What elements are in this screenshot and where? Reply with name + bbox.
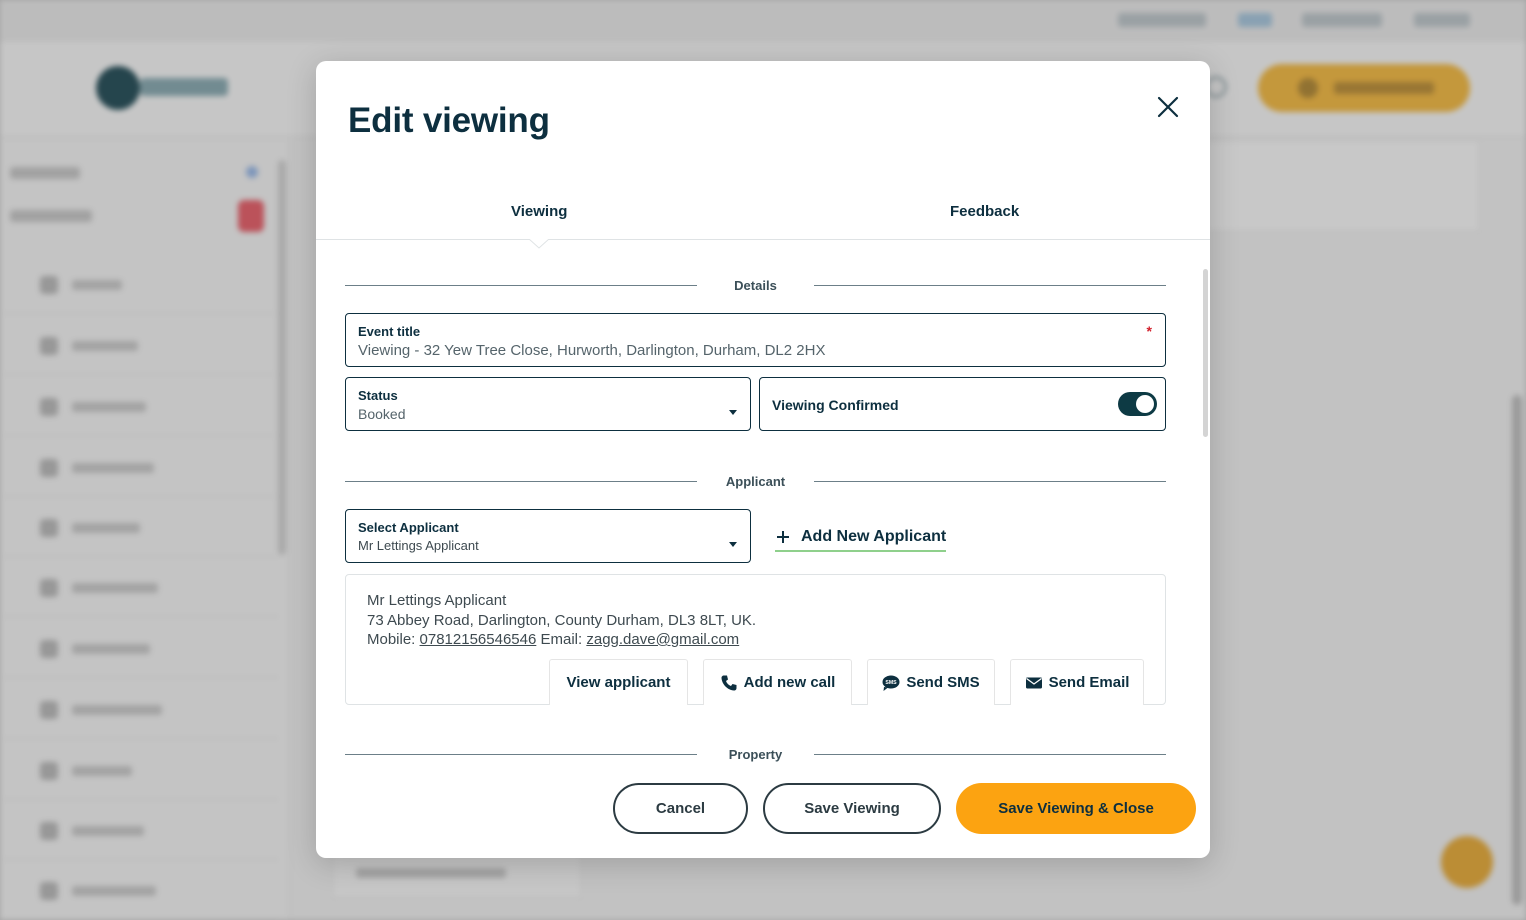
- tab-bar: Viewing Feedback: [316, 181, 1210, 240]
- applicant-card: Mr Lettings Applicant 73 Abbey Road, Dar…: [345, 574, 1166, 705]
- viewing-confirmed-label: Viewing Confirmed: [772, 397, 899, 413]
- applicant-name: Mr Lettings Applicant: [367, 592, 507, 609]
- divider-line: [814, 285, 1166, 286]
- envelope-icon: [1025, 677, 1042, 688]
- select-applicant-label: Select Applicant: [358, 520, 459, 535]
- send-sms-label: Send SMS: [906, 674, 980, 691]
- event-title-field[interactable]: Event title * Viewing - 32 Yew Tree Clos…: [345, 313, 1166, 367]
- section-details: Details: [345, 278, 1166, 293]
- select-applicant-value: Mr Lettings Applicant: [358, 538, 479, 553]
- applicant-contact: Mobile: 07812156546546 Email: zagg.dave@…: [367, 631, 739, 648]
- add-new-call-button[interactable]: Add new call: [703, 659, 852, 705]
- phone-icon: [721, 675, 737, 690]
- event-title-label: Event title: [358, 324, 421, 339]
- view-applicant-label: View applicant: [566, 674, 671, 691]
- add-new-applicant-button[interactable]: Add New Applicant: [775, 524, 947, 552]
- tab-feedback[interactable]: Feedback: [950, 203, 1019, 220]
- required-marker: *: [1146, 323, 1152, 339]
- cancel-label: Cancel: [655, 800, 706, 817]
- mobile-link[interactable]: 07812156546546: [420, 631, 537, 648]
- close-icon: [1157, 96, 1179, 118]
- save-viewing-button[interactable]: Save Viewing: [763, 783, 941, 834]
- applicant-address: 73 Abbey Road, Darlington, County Durham…: [367, 612, 757, 629]
- modal-title: Edit viewing: [348, 101, 550, 140]
- mobile-label: Mobile:: [367, 631, 416, 648]
- email-label: Email:: [540, 631, 583, 648]
- section-label: Applicant: [725, 474, 786, 489]
- cancel-button[interactable]: Cancel: [613, 783, 748, 834]
- send-sms-button[interactable]: SMS Send SMS: [867, 659, 995, 705]
- save-viewing-close-label: Save Viewing & Close: [998, 800, 1154, 817]
- status-select[interactable]: Status Booked: [345, 377, 751, 431]
- section-label: Details: [734, 278, 777, 293]
- save-viewing-close-button[interactable]: Save Viewing & Close: [956, 783, 1196, 834]
- add-new-call-label: Add new call: [743, 674, 836, 691]
- close-button[interactable]: [1152, 91, 1184, 123]
- chevron-down-icon: [729, 542, 737, 547]
- section-applicant: Applicant: [345, 474, 1166, 489]
- divider-line: [345, 285, 697, 286]
- status-value: Booked: [358, 406, 406, 422]
- view-applicant-button[interactable]: View applicant: [549, 659, 688, 705]
- tab-viewing[interactable]: Viewing: [511, 203, 567, 220]
- send-email-button[interactable]: Send Email: [1010, 659, 1144, 705]
- sms-icon: SMS: [882, 675, 900, 691]
- add-new-applicant-label: Add New Applicant: [801, 528, 947, 545]
- svg-text:SMS: SMS: [886, 680, 898, 686]
- viewing-confirmed-toggle[interactable]: [1118, 392, 1157, 416]
- divider-line: [345, 481, 697, 482]
- status-label: Status: [358, 388, 398, 403]
- chevron-down-icon: [729, 410, 737, 415]
- send-email-label: Send Email: [1048, 674, 1130, 691]
- email-link[interactable]: zagg.dave@gmail.com: [586, 631, 739, 648]
- divider-line: [345, 754, 697, 755]
- event-title-value: Viewing - 32 Yew Tree Close, Hurworth, D…: [358, 342, 826, 359]
- plus-icon: [777, 531, 789, 543]
- toggle-knob: [1136, 395, 1154, 413]
- form-scroll-area[interactable]: Details Event title * Viewing - 32 Yew T…: [316, 241, 1210, 776]
- section-property: Property: [345, 747, 1166, 762]
- form-scrollbar[interactable]: [1203, 269, 1208, 437]
- viewing-confirmed-field: Viewing Confirmed: [759, 377, 1166, 431]
- divider-line: [814, 754, 1166, 755]
- divider-line: [814, 481, 1166, 482]
- edit-viewing-modal: Edit viewing Viewing Feedback Details Ev…: [316, 61, 1210, 858]
- select-applicant-dropdown[interactable]: Select Applicant Mr Lettings Applicant: [345, 509, 751, 563]
- section-label: Property: [728, 747, 783, 762]
- save-viewing-label: Save Viewing: [804, 800, 900, 817]
